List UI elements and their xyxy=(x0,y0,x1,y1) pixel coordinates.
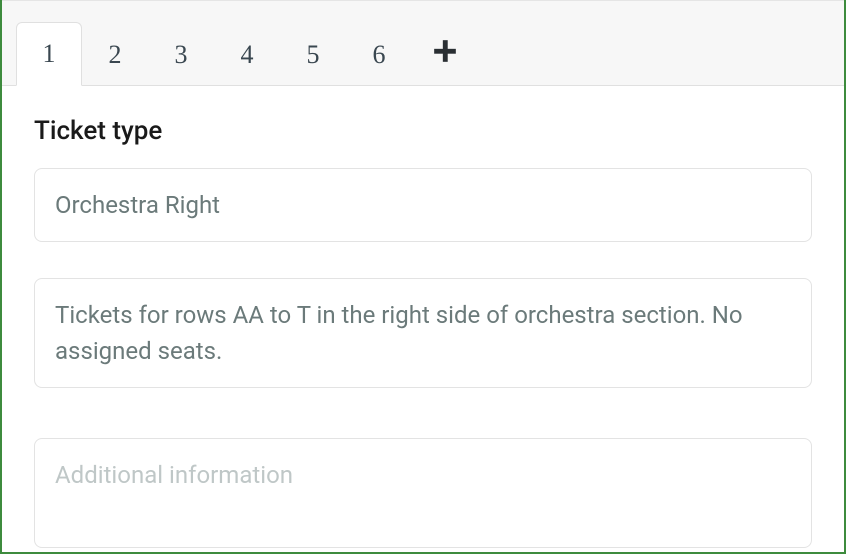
ticket-type-label: Ticket type xyxy=(34,116,812,146)
tab-5[interactable]: 5 xyxy=(280,22,346,86)
additional-info-input[interactable] xyxy=(34,438,812,548)
tab-bar: 1 2 3 4 5 6 xyxy=(2,0,844,86)
plus-icon xyxy=(432,38,458,68)
ticket-description-input[interactable] xyxy=(34,278,812,388)
tab-3[interactable]: 3 xyxy=(148,22,214,86)
ticket-type-editor: 1 2 3 4 5 6 Ticket type xyxy=(2,0,844,552)
tab-6[interactable]: 6 xyxy=(346,22,412,86)
tab-4[interactable]: 4 xyxy=(214,22,280,86)
add-tab-button[interactable] xyxy=(412,21,478,85)
tab-content: Ticket type xyxy=(2,86,844,548)
ticket-name-input[interactable] xyxy=(34,168,812,242)
tab-1[interactable]: 1 xyxy=(16,22,82,86)
tab-2[interactable]: 2 xyxy=(82,22,148,86)
